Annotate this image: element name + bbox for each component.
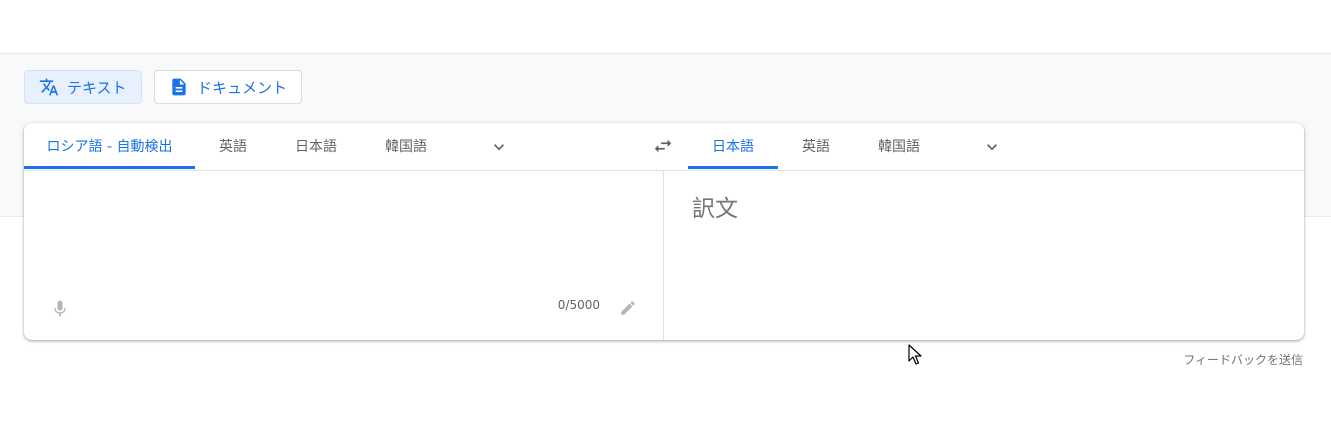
pencil-icon xyxy=(619,299,637,317)
panel-divider xyxy=(663,170,664,340)
document-mode-button[interactable]: ドキュメント xyxy=(154,70,302,104)
language-bar: ロシア語 - 自動検出 英語 日本語 韓国語 日本語 英語 韓国語 xyxy=(24,123,1304,171)
send-feedback-link[interactable]: フィードバックを送信 xyxy=(1183,351,1303,368)
text-mode-button[interactable]: テキスト xyxy=(24,70,142,104)
source-lang-tab-label: 日本語 xyxy=(295,139,337,155)
source-lang-tab-korean[interactable]: 韓国語 xyxy=(368,123,444,169)
handwriting-button[interactable] xyxy=(615,295,641,321)
source-lang-tab-detect[interactable]: ロシア語 - 自動検出 xyxy=(24,123,195,169)
target-lang-tab-korean[interactable]: 韓国語 xyxy=(861,123,937,169)
swap-icon xyxy=(652,135,674,157)
target-lang-tab-label: 日本語 xyxy=(712,139,754,155)
document-icon xyxy=(169,77,189,97)
target-lang-tab-label: 韓国語 xyxy=(878,139,920,155)
target-lang-tab-english[interactable]: 英語 xyxy=(778,123,854,169)
chevron-down-icon xyxy=(489,137,509,157)
character-count: 0/5000 xyxy=(557,298,600,312)
target-lang-tab-label: 英語 xyxy=(802,139,830,155)
swap-languages-button[interactable] xyxy=(646,133,680,159)
target-lang-tab-japanese[interactable]: 日本語 xyxy=(688,123,778,169)
microphone-icon xyxy=(50,299,70,319)
source-lang-tab-english[interactable]: 英語 xyxy=(195,123,271,169)
translation-output: 訳文 xyxy=(692,196,738,222)
top-bar xyxy=(0,0,1331,54)
translator-card: ロシア語 - 自動検出 英語 日本語 韓国語 日本語 英語 韓国語 0/5000… xyxy=(24,123,1304,340)
source-text-input[interactable] xyxy=(48,187,642,291)
source-lang-tab-label: 英語 xyxy=(219,139,247,155)
translate-icon xyxy=(39,77,59,97)
source-lang-tab-japanese[interactable]: 日本語 xyxy=(278,123,354,169)
source-lang-more-button[interactable] xyxy=(483,134,515,160)
source-lang-tab-label: ロシア語 - 自動検出 xyxy=(46,139,173,155)
mouse-cursor-icon xyxy=(908,344,922,370)
voice-input-button[interactable] xyxy=(46,295,74,323)
chevron-down-icon xyxy=(982,137,1002,157)
document-mode-label: ドキュメント xyxy=(197,78,288,97)
target-lang-more-button[interactable] xyxy=(976,134,1008,160)
text-mode-label: テキスト xyxy=(67,78,127,97)
source-lang-tab-label: 韓国語 xyxy=(385,139,427,155)
